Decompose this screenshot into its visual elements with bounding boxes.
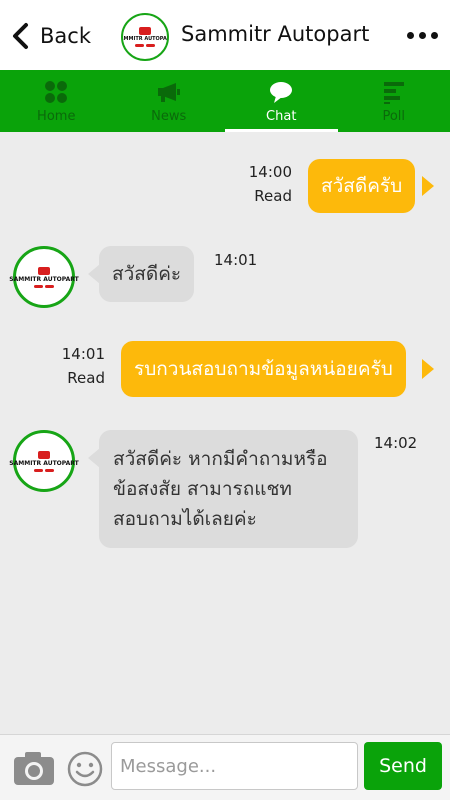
more-menu-button[interactable] [407,32,438,39]
logo-text: SAMMITR AUTOPART [123,36,167,42]
poll-icon [383,82,404,104]
avatar-logo-text: SAMMITR AUTOPART [9,459,79,467]
logo-swoosh [34,468,54,472]
message-text-line: สวัสดีค่ะ หากมีคำถามหรือ [113,448,328,470]
more-dot-icon [407,32,414,39]
more-dot-icon [419,32,426,39]
app-header: Back SAMMITR AUTOPART Sammitr Autopart [0,0,450,70]
avatar-logo-text: SAMMITR AUTOPART [9,275,79,283]
back-label: Back [40,24,91,48]
back-button[interactable]: Back [10,20,91,52]
tab-poll[interactable]: Poll [338,70,450,132]
message-time: 14:01 [214,251,258,269]
tab-label: Poll [382,109,406,124]
message-text-line: ข้อสงสัย สามารถแชท [113,478,292,500]
logo-swoosh [34,284,54,288]
megaphone-icon [157,83,180,102]
logo-mark [139,27,151,35]
tab-chat[interactable]: Chat [225,70,338,132]
emoji-icon[interactable] [67,751,103,787]
message-text: สวัสดีครับ [321,175,403,197]
message-status: Read [67,369,105,387]
grid-icon [45,81,68,103]
logo-mark [38,266,50,275]
tab-news[interactable]: News [113,70,226,132]
chat-bubble-icon [270,82,293,103]
page-title: Sammitr Autopart [181,22,370,46]
message-time: 14:02 [374,434,418,452]
message-input[interactable] [111,742,358,790]
chevron-left-icon [13,23,28,49]
logo-swoosh [135,44,155,47]
tab-bar: Home News Chat Poll [0,70,450,132]
send-button[interactable]: Send [364,742,442,790]
more-dot-icon [431,32,438,39]
message-bubble-outgoing[interactable]: สวัสดีครับ [308,159,416,213]
tab-label: News [151,109,187,124]
tab-label: Home [37,109,76,124]
avatar[interactable]: SAMMITR AUTOPART [9,430,79,492]
bubble-tail [422,176,434,196]
message-text-line: สอบถามได้เลยค่ะ [113,508,257,530]
message-bubble-incoming[interactable]: สวัสดีค่ะ [99,246,195,302]
avatar[interactable]: SAMMITR AUTOPART [9,246,79,308]
message-time: 14:00 [248,163,292,181]
message-bubble-incoming[interactable]: สวัสดีค่ะ หากมีคำถามหรือ ข้อสงสัย สามารถ… [99,430,358,548]
tab-home[interactable]: Home [0,70,113,132]
message-meta: 14:01 Read [40,342,105,390]
message-bubble-outgoing[interactable]: รบกวนสอบถามข้อมูลหน่อยครับ [121,341,406,397]
message-meta: 14:00 Read [222,160,292,208]
logo-mark [38,450,50,459]
tab-label: Chat [266,109,297,124]
message-time: 14:01 [61,345,105,363]
brand-logo: SAMMITR AUTOPART [121,13,169,61]
camera-icon[interactable] [13,750,55,786]
message-composer: Send [0,734,450,800]
message-text: รบกวนสอบถามข้อมูลหน่อยครับ [134,358,393,380]
message-status: Read [254,187,292,205]
chat-messages[interactable]: 14:00 Read สวัสดีครับ SAMMITR AUTOPART ส… [0,132,450,734]
bubble-tail [422,359,434,379]
message-text: สวัสดีค่ะ [112,263,182,285]
